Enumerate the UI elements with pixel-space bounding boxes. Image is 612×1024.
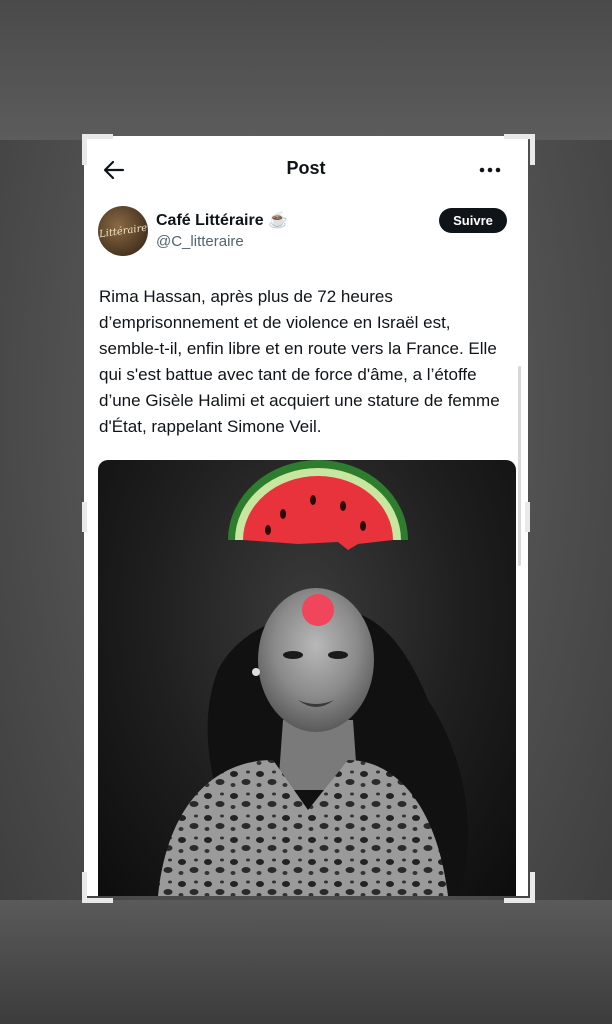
scrollbar[interactable]: [518, 366, 521, 566]
photo-illustration: [158, 460, 468, 896]
avatar-logo-text: Littéraire: [98, 222, 148, 240]
crop-corner-top-right[interactable]: [504, 134, 535, 165]
more-options-button[interactable]: [474, 156, 506, 184]
background-top: [0, 0, 612, 140]
follow-button[interactable]: Suivre: [439, 208, 507, 233]
screenshot-card: Post Littéraire Café Littéraire ☕ @C_lit…: [84, 136, 528, 896]
author-name[interactable]: Café Littéraire ☕: [156, 210, 288, 230]
avatar[interactable]: Littéraire: [98, 206, 148, 256]
crop-handle-right[interactable]: [525, 502, 530, 532]
crop-corner-bottom-left[interactable]: [82, 872, 113, 903]
tweet-text: Rima Hassan, après plus de 72 heures d’e…: [99, 287, 500, 436]
page-title: Post: [286, 158, 326, 178]
tweet-photo[interactable]: [98, 460, 516, 896]
clown-nose: [302, 594, 334, 626]
author-handle[interactable]: @C_litteraire: [156, 233, 244, 250]
crop-corner-top-left[interactable]: [82, 134, 113, 165]
background-bottom: [0, 900, 612, 1024]
crop-handle-left[interactable]: [82, 502, 87, 532]
crop-corner-bottom-right[interactable]: [504, 872, 535, 903]
top-bar: Post: [84, 136, 528, 200]
more-dots-icon: [479, 167, 501, 173]
